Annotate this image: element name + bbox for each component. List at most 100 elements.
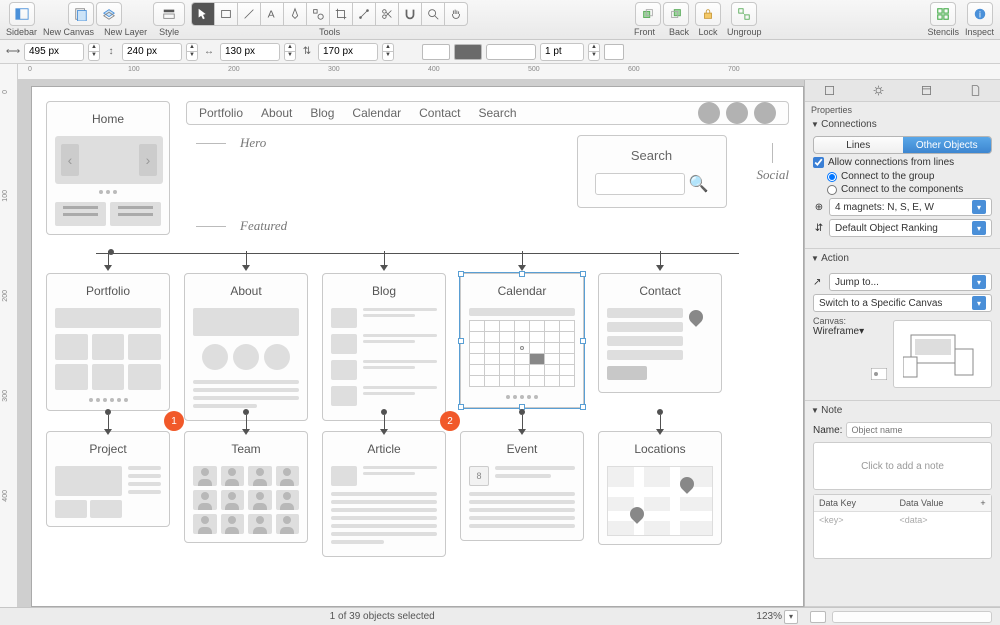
card-team[interactable]: Team (184, 431, 308, 543)
data-table[interactable]: Data KeyData Value+ <key><data> (813, 494, 992, 559)
lock-label: Lock (699, 27, 718, 37)
stroke-input[interactable] (540, 43, 584, 61)
jump-select[interactable]: Jump to...▾ (829, 273, 992, 291)
x-stepper[interactable]: ▲▼ (88, 43, 100, 61)
stroke-stepper[interactable]: ▲▼ (588, 43, 600, 61)
shadow-well[interactable] (604, 44, 624, 60)
new-layer-button[interactable] (96, 2, 122, 26)
connect-group-radio[interactable]: Connect to the group (827, 171, 992, 182)
connections-segment[interactable]: Lines Other Objects (813, 136, 992, 154)
tool-select[interactable] (191, 2, 214, 26)
front-label: Front (634, 27, 655, 37)
status-bar: 1 of 39 objects selected 123% ▾ (0, 607, 1000, 625)
tool-pen[interactable] (283, 2, 306, 26)
card-event[interactable]: Event 8 (460, 431, 584, 541)
name-input[interactable] (846, 422, 992, 438)
footer-input[interactable] (832, 611, 992, 623)
inspect-label: Inspect (965, 27, 994, 37)
style-label: Style (159, 27, 179, 37)
tab-properties[interactable] (805, 80, 854, 101)
w-stepper[interactable]: ▲▼ (284, 43, 296, 61)
card-article[interactable]: Article (322, 431, 446, 557)
connections-header[interactable]: Connections (805, 115, 1000, 132)
tab-document[interactable] (951, 80, 1000, 101)
zoom-control[interactable]: 123% ▾ (756, 610, 798, 624)
allow-connections-check[interactable]: Allow connections from lines (813, 157, 992, 168)
seg-other[interactable]: Other Objects (903, 137, 992, 153)
tab-canvas[interactable] (903, 80, 952, 101)
card-home[interactable]: Home ‹ › (46, 101, 170, 235)
tool-scissors[interactable] (375, 2, 398, 26)
canvas[interactable]: Home ‹ › (31, 86, 804, 607)
card-portfolio[interactable]: Portfolio (46, 273, 170, 411)
h-input[interactable] (318, 43, 378, 61)
canvas-select[interactable]: Wireframe▾ (813, 326, 887, 344)
nav-item[interactable]: Contact (419, 106, 460, 120)
front-button[interactable] (635, 2, 661, 26)
tool-rect[interactable] (214, 2, 237, 26)
fill-color-well[interactable] (422, 44, 450, 60)
zoom-stepper[interactable]: ▾ (784, 610, 798, 624)
nav-bar[interactable]: Portfolio About Blog Calendar Contact Se… (186, 101, 789, 125)
card-locations[interactable]: Locations (598, 431, 722, 545)
nav-item[interactable]: Search (478, 106, 516, 120)
tool-node[interactable] (352, 2, 375, 26)
tool-text[interactable]: A (260, 2, 283, 26)
y-input[interactable] (122, 43, 182, 61)
h-icon: ⇅ (300, 45, 314, 59)
hero-dots (55, 190, 161, 194)
tool-hand[interactable] (444, 2, 468, 26)
nav-item[interactable]: About (261, 106, 292, 120)
tool-shape[interactable] (306, 2, 329, 26)
ranking-select[interactable]: Default Object Ranking▾ (829, 219, 992, 237)
canvas-area[interactable]: Home ‹ › (19, 80, 804, 607)
line-style-select[interactable] (486, 44, 536, 60)
stencils-button[interactable] (930, 2, 956, 26)
style-button[interactable] (153, 2, 185, 26)
nav-item[interactable]: Calendar (352, 106, 401, 120)
sidebar-button[interactable] (9, 2, 35, 26)
w-input[interactable] (220, 43, 280, 61)
ungroup-button[interactable] (731, 2, 757, 26)
nav-item[interactable]: Blog (310, 106, 334, 120)
lock-button[interactable] (695, 2, 721, 26)
h-stepper[interactable]: ▲▼ (382, 43, 394, 61)
w-icon: ↔ (202, 45, 216, 59)
search-card[interactable]: Search 🔍 (577, 135, 727, 208)
tool-magnet[interactable] (398, 2, 421, 26)
card-calendar[interactable]: Calendar (460, 273, 584, 408)
card-about[interactable]: About (184, 273, 308, 421)
tool-zoom[interactable] (421, 2, 444, 26)
back-button[interactable] (663, 2, 689, 26)
seg-lines[interactable]: Lines (814, 137, 903, 153)
jump-icon: ↗ (813, 277, 825, 288)
preview-thumb-icon (871, 368, 887, 380)
x-input[interactable] (24, 43, 84, 61)
card-project[interactable]: Project (46, 431, 170, 527)
y-stepper[interactable]: ▲▼ (186, 43, 198, 61)
ungroup-label: Ungroup (727, 27, 762, 37)
tool-crop[interactable] (329, 2, 352, 26)
new-canvas-button[interactable] (68, 2, 94, 26)
new-layer-label: New Layer (104, 27, 147, 37)
stroke-color-well[interactable] (454, 44, 482, 60)
tab-settings[interactable] (854, 80, 903, 101)
tool-line[interactable] (237, 2, 260, 26)
inspect-button[interactable]: i (967, 2, 993, 26)
add-row-button[interactable]: + (975, 495, 991, 511)
switch-select[interactable]: Switch to a Specific Canvas▾ (813, 294, 992, 312)
connect-components-radio[interactable]: Connect to the components (827, 184, 992, 195)
nav-item[interactable]: Portfolio (199, 106, 243, 120)
svg-text:i: i (979, 10, 981, 20)
selection-status: 1 of 39 objects selected (8, 611, 756, 622)
card-contact[interactable]: Contact (598, 273, 722, 393)
card-blog[interactable]: Blog (322, 273, 446, 421)
search-input[interactable] (595, 173, 685, 195)
action-header[interactable]: Action (805, 249, 1000, 266)
note-header[interactable]: Note (805, 401, 1000, 418)
note-textarea[interactable]: Click to add a note (813, 442, 992, 490)
magnets-select[interactable]: 4 magnets: N, S, E, W▾ (829, 198, 992, 216)
map-pin-icon (686, 307, 706, 327)
footer-swatch[interactable] (810, 611, 826, 623)
back-label: Back (669, 27, 689, 37)
